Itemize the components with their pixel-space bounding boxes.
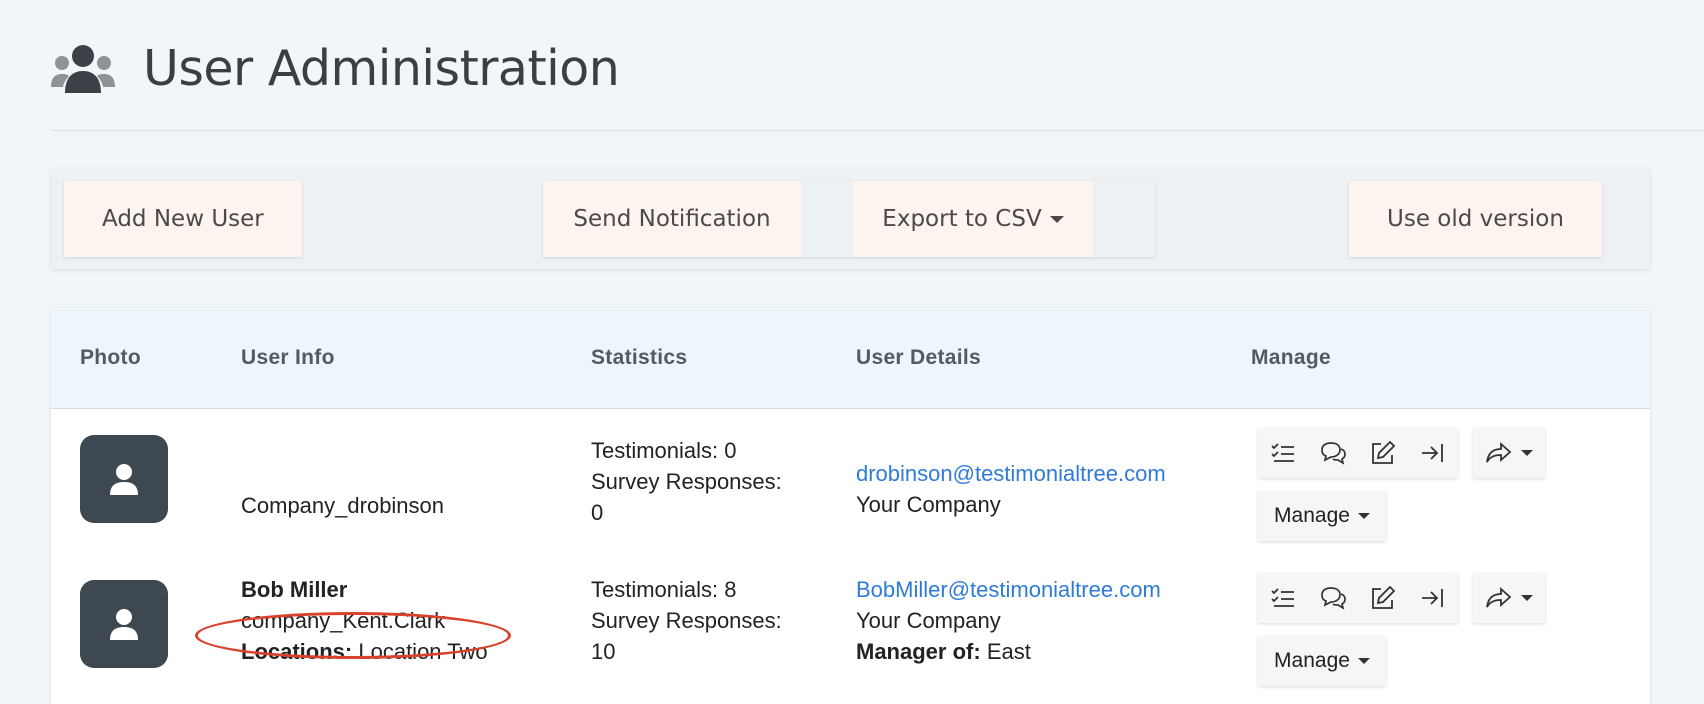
comments-icon[interactable] bbox=[1308, 573, 1358, 623]
edit-icon[interactable] bbox=[1358, 573, 1408, 623]
user-email-link[interactable]: drobinson@testimonialtree.com bbox=[856, 461, 1166, 486]
survey-responses-label: Survey Responses: bbox=[591, 608, 782, 633]
column-header-manage: Manage bbox=[1251, 346, 1331, 369]
user-username: Company_drobinson bbox=[241, 493, 445, 518]
testimonials-count: Testimonials: 8 bbox=[591, 577, 737, 602]
table-row: Company_drobinson Testimonials: 0 Survey… bbox=[51, 409, 1650, 541]
add-user-group: Add New User bbox=[64, 181, 302, 257]
user-statistics: Testimonials: 8 Survey Responses: 10 bbox=[591, 574, 782, 667]
send-notification-button[interactable]: Send Notification bbox=[543, 181, 801, 257]
column-header-user-details: User Details bbox=[856, 346, 981, 369]
use-old-version-button[interactable]: Use old version bbox=[1349, 181, 1602, 257]
notification-export-group: Send Notification Export to CSV bbox=[543, 181, 1155, 257]
chevron-down-icon bbox=[1521, 595, 1533, 601]
user-company: Your Company bbox=[856, 492, 1001, 517]
login-icon[interactable] bbox=[1408, 573, 1458, 623]
login-icon[interactable] bbox=[1408, 428, 1458, 478]
manage-dropdown-button[interactable]: Manage bbox=[1258, 636, 1386, 686]
button-gap bbox=[801, 181, 853, 257]
user-actions-group bbox=[1258, 573, 1458, 623]
toolbar: Add New User Send Notification Export to… bbox=[51, 169, 1650, 269]
survey-responses-count: 10 bbox=[591, 639, 616, 664]
avatar[interactable] bbox=[80, 435, 168, 523]
annotation-highlight-ellipse bbox=[195, 612, 511, 659]
testimonials-count: Testimonials: 0 bbox=[591, 438, 737, 463]
export-csv-label: Export to CSV bbox=[882, 206, 1042, 232]
manage-label: Manage bbox=[1274, 504, 1350, 527]
comments-icon[interactable] bbox=[1308, 428, 1358, 478]
column-header-user-info: User Info bbox=[241, 346, 335, 369]
chevron-down-icon bbox=[1357, 513, 1370, 519]
column-header-statistics: Statistics bbox=[591, 346, 688, 369]
page-header: User Administration bbox=[51, 40, 620, 97]
user-details: BobMiller@testimonialtree.com Your Compa… bbox=[856, 574, 1161, 667]
edit-icon[interactable] bbox=[1358, 428, 1408, 478]
user-icon bbox=[110, 609, 138, 640]
old-version-group: Use old version bbox=[1349, 181, 1602, 257]
chevron-down-icon bbox=[1521, 450, 1533, 456]
checklist-icon[interactable] bbox=[1258, 428, 1308, 478]
survey-responses-label: Survey Responses: bbox=[591, 469, 782, 494]
column-header-photo: Photo bbox=[80, 346, 141, 369]
checklist-icon[interactable] bbox=[1258, 573, 1308, 623]
manage-label: Manage bbox=[1274, 649, 1350, 672]
user-statistics: Testimonials: 0 Survey Responses: 0 bbox=[591, 435, 782, 528]
chevron-down-icon bbox=[1049, 215, 1064, 223]
users-icon bbox=[51, 44, 115, 93]
add-new-user-button[interactable]: Add New User bbox=[64, 181, 302, 257]
page-title: User Administration bbox=[143, 40, 620, 97]
header-divider bbox=[51, 130, 1704, 131]
survey-responses-count: 0 bbox=[591, 500, 604, 525]
chevron-down-icon bbox=[1357, 658, 1370, 664]
share-dropdown-button[interactable] bbox=[1473, 573, 1545, 623]
manager-of-label: Manager of: bbox=[856, 639, 981, 664]
share-dropdown-button[interactable] bbox=[1473, 428, 1545, 478]
manager-of-value: East bbox=[986, 639, 1031, 664]
table-header: Photo User Info Statistics User Details … bbox=[51, 308, 1650, 409]
manage-dropdown-button[interactable]: Manage bbox=[1258, 491, 1386, 541]
user-full-name: Bob Miller bbox=[241, 577, 348, 602]
user-email-link[interactable]: BobMiller@testimonialtree.com bbox=[856, 577, 1161, 602]
user-company: Your Company bbox=[856, 608, 1001, 633]
user-icon bbox=[110, 464, 138, 495]
share-icon bbox=[1486, 442, 1512, 463]
user-details: drobinson@testimonialtree.com Your Compa… bbox=[856, 458, 1166, 520]
user-actions-group bbox=[1258, 428, 1458, 478]
avatar[interactable] bbox=[80, 580, 168, 668]
share-icon bbox=[1486, 587, 1512, 608]
export-csv-button[interactable]: Export to CSV bbox=[853, 181, 1093, 257]
